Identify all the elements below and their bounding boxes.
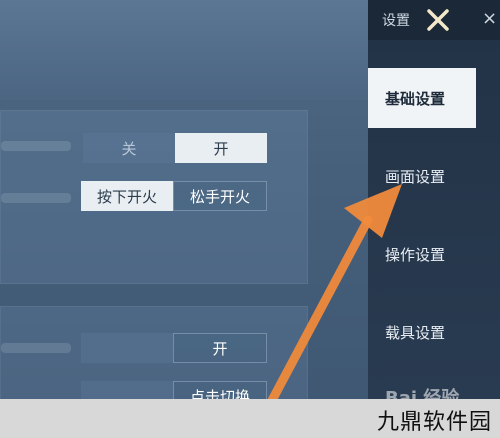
blurred-setting-label [1, 343, 71, 353]
close-x-icon [427, 9, 449, 31]
close-button[interactable] [422, 4, 454, 36]
blurred-setting-label [1, 193, 71, 203]
settings-panel-secondary: 开 点击切换 [0, 306, 308, 411]
sidebar-header: 设置 × [368, 0, 500, 40]
toggle-off-option[interactable] [81, 333, 173, 363]
sidebar-item-label: 基础设置 [385, 89, 446, 108]
sidebar-item-vehicle-settings[interactable]: 载具设置 [368, 302, 500, 362]
press-fire-option[interactable]: 按下开火 [81, 181, 173, 211]
close-icon[interactable]: × [482, 8, 500, 30]
sidebar-item-control-settings[interactable]: 操作设置 [368, 224, 500, 284]
blurred-setting-label [1, 141, 71, 151]
secondary-toggle-segment: 开 [81, 333, 267, 363]
fire-toggle-segment: 关 开 [83, 133, 267, 163]
settings-panel-main: 关 开 按下开火 松手开火 [0, 110, 308, 284]
settings-sidebar: 设置 × 基础设置 画面设置 操作设置 载具设置 [368, 0, 500, 438]
watermark-text: 九鼎软件园 [376, 410, 492, 435]
sidebar-item-display-settings[interactable]: 画面设置 [368, 146, 500, 206]
top-blurred-area [0, 0, 368, 100]
sidebar-item-label: 载具设置 [385, 323, 446, 342]
sidebar-item-basic-settings[interactable]: 基础设置 [368, 68, 476, 128]
sidebar-item-label: 操作设置 [385, 245, 446, 264]
toggle-off-option[interactable]: 关 [83, 133, 175, 163]
game-settings-screen: 关 开 按下开火 松手开火 开 点击切换 设置 × 基础设置 画面设置 操作设置… [0, 0, 500, 438]
toggle-on-option[interactable]: 开 [173, 333, 267, 363]
fire-mode-segment: 按下开火 松手开火 [81, 181, 267, 211]
toggle-on-option[interactable]: 开 [175, 133, 267, 163]
release-fire-option[interactable]: 松手开火 [173, 181, 267, 211]
sidebar-item-label: 画面设置 [385, 167, 446, 186]
sidebar-title: 设置 [382, 13, 410, 29]
